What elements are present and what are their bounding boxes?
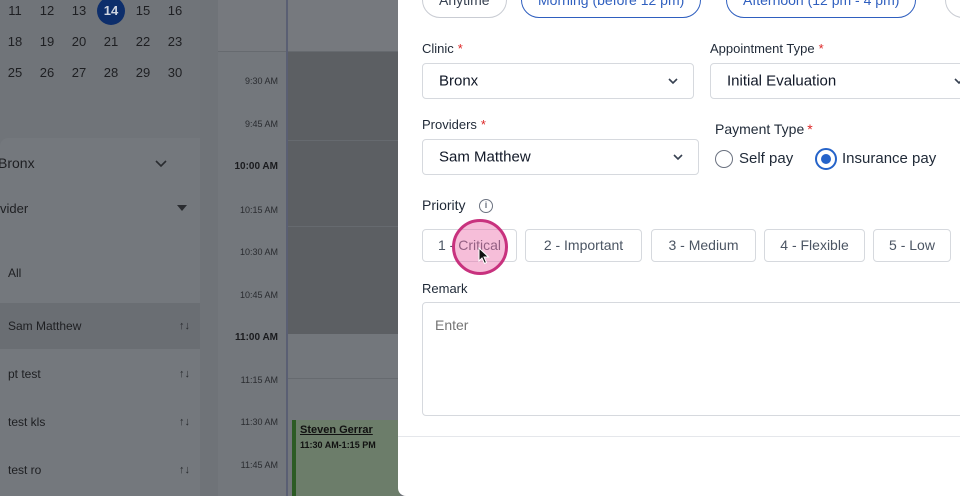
insurance-pay-radio[interactable]: [815, 148, 837, 170]
time-label: 10:15 AM: [239, 205, 278, 215]
providers-label: Providers *: [422, 117, 486, 132]
provider-filter-value[interactable]: vider: [0, 201, 28, 216]
priority-medium-button[interactable]: 3 - Medium: [651, 229, 756, 262]
mouse-cursor-icon: [478, 247, 490, 265]
insurance-pay-label[interactable]: Insurance pay: [842, 150, 936, 167]
slot-line: [288, 140, 400, 141]
time-labels: 9:30 AM 9:45 AM 10:00 AM 10:15 AM 10:30 …: [218, 52, 288, 496]
caret-down-icon[interactable]: [177, 205, 187, 211]
provider-item[interactable]: test kls ↑↓: [0, 399, 200, 445]
time-label: 11:30 AM: [240, 417, 278, 427]
calendar-day[interactable]: 27: [64, 62, 94, 84]
provider-name: Sam Matthew: [8, 319, 82, 333]
calendar-day[interactable]: 20: [64, 31, 94, 53]
remark-label: Remark: [422, 281, 468, 296]
time-label: 10:30 AM: [239, 247, 278, 257]
remark-textarea[interactable]: [422, 302, 960, 416]
provider-column: Steven Gerrar 11:30 AM-1:15 PM: [288, 52, 400, 496]
provider-item[interactable]: All: [0, 250, 200, 296]
provider-item-active[interactable]: Sam Matthew ↑↓: [0, 303, 200, 349]
time-label: 9:45 AM: [244, 119, 278, 129]
self-pay-radio[interactable]: [715, 150, 733, 168]
calendar-day[interactable]: 21: [96, 31, 126, 53]
calendar-day[interactable]: 22: [128, 31, 158, 53]
chevron-down-icon[interactable]: [155, 160, 167, 168]
priority-label: Priority: [422, 197, 466, 213]
provider-filter-card: Bronx vider All Sam Matthew ↑↓ pt test ↑…: [0, 138, 200, 496]
slot-line: [288, 226, 400, 227]
time-label: 10:45 AM: [239, 290, 278, 300]
calendar-day[interactable]: 18: [0, 31, 30, 53]
left-panel: 11 12 13 14 15 16 18 19 20 21 22 23 25 2…: [0, 0, 200, 496]
time-label: 10:00 AM: [234, 161, 278, 172]
calendar-day[interactable]: 28: [96, 62, 126, 84]
time-label: 11:45 AM: [240, 460, 278, 470]
calendar-row: 11 12 13 14 15 16: [0, 0, 200, 25]
slot-line: [288, 378, 400, 379]
calendar-day[interactable]: 16: [160, 0, 190, 22]
time-label: 9:30 AM: [244, 76, 278, 86]
chevron-down-icon: [673, 154, 683, 161]
providers-select-value: Sam Matthew: [439, 148, 531, 166]
timeline-header: [218, 0, 400, 52]
priority-low-button[interactable]: 5 - Low: [873, 229, 951, 262]
appointment-type-select[interactable]: Initial Evaluation: [710, 63, 960, 99]
calendar-row: 25 26 27 28 29 30: [0, 62, 200, 84]
calendar-day-selected[interactable]: 14: [97, 0, 125, 25]
calendar-day[interactable]: 13: [64, 0, 94, 22]
background-page: 11 12 13 14 15 16 18 19 20 21 22 23 25 2…: [0, 0, 400, 496]
calendar-day[interactable]: 29: [128, 62, 158, 84]
unavailable-block: [288, 52, 400, 334]
sort-icon[interactable]: ↑↓: [179, 416, 190, 428]
provider-item[interactable]: pt test ↑↓: [0, 351, 200, 397]
calendar-row: 18 19 20 21 22 23: [0, 31, 200, 53]
time-chip-morning[interactable]: Morning (before 12 pm): [521, 0, 702, 18]
calendar-day[interactable]: 11: [0, 0, 30, 22]
provider-item[interactable]: test ro ↑↓: [0, 447, 200, 493]
time-chip-anytime[interactable]: Anytime: [422, 0, 507, 18]
calendar-day[interactable]: 12: [32, 0, 62, 22]
calendar-day[interactable]: 15: [128, 0, 158, 22]
clinic-label: Clinic *: [422, 41, 463, 56]
clinic-filter-value[interactable]: Bronx: [0, 155, 35, 171]
appointment-card[interactable]: Steven Gerrar 11:30 AM-1:15 PM: [292, 420, 400, 496]
providers-select[interactable]: Sam Matthew: [422, 139, 699, 175]
appointment-type-label: Appointment Type *: [710, 41, 824, 56]
calendar-day[interactable]: 25: [0, 62, 30, 84]
priority-flexible-button[interactable]: 4 - Flexible: [764, 229, 865, 262]
self-pay-label[interactable]: Self pay: [739, 150, 793, 167]
time-label: 11:15 AM: [240, 375, 278, 385]
time-label: 11:00 AM: [235, 332, 278, 343]
day-timeline: 9:30 AM 9:45 AM 10:00 AM 10:15 AM 10:30 …: [218, 0, 400, 496]
calendar-day[interactable]: 19: [32, 31, 62, 53]
sort-icon[interactable]: ↑↓: [179, 320, 190, 332]
payment-type-label: Payment Type *: [715, 121, 813, 137]
info-icon[interactable]: i: [479, 199, 493, 213]
clinic-select[interactable]: Bronx: [422, 63, 694, 99]
appointment-time: 11:30 AM-1:15 PM: [300, 440, 376, 450]
chevron-down-icon: [668, 78, 678, 85]
calendar-day[interactable]: 23: [160, 31, 190, 53]
sort-icon[interactable]: ↑↓: [179, 464, 190, 476]
chevron-down-icon: [954, 78, 960, 85]
clinic-select-value: Bronx: [439, 72, 479, 90]
sort-icon[interactable]: ↑↓: [179, 368, 190, 380]
provider-name: test kls: [8, 415, 46, 429]
appointment-patient-name: Steven Gerrar: [300, 424, 373, 436]
time-chip-more[interactable]: [945, 0, 960, 18]
provider-name: test ro: [8, 463, 42, 477]
priority-important-button[interactable]: 2 - Important: [525, 229, 642, 262]
time-chip-afternoon[interactable]: Afternoon (12 pm - 4 pm): [726, 0, 917, 18]
modal-footer-divider: [398, 436, 960, 437]
calendar-day[interactable]: 26: [32, 62, 62, 84]
calendar-day[interactable]: 30: [160, 62, 190, 84]
appointment-type-value: Initial Evaluation: [727, 72, 837, 90]
provider-name: All: [8, 266, 22, 280]
provider-name: pt test: [8, 367, 41, 381]
